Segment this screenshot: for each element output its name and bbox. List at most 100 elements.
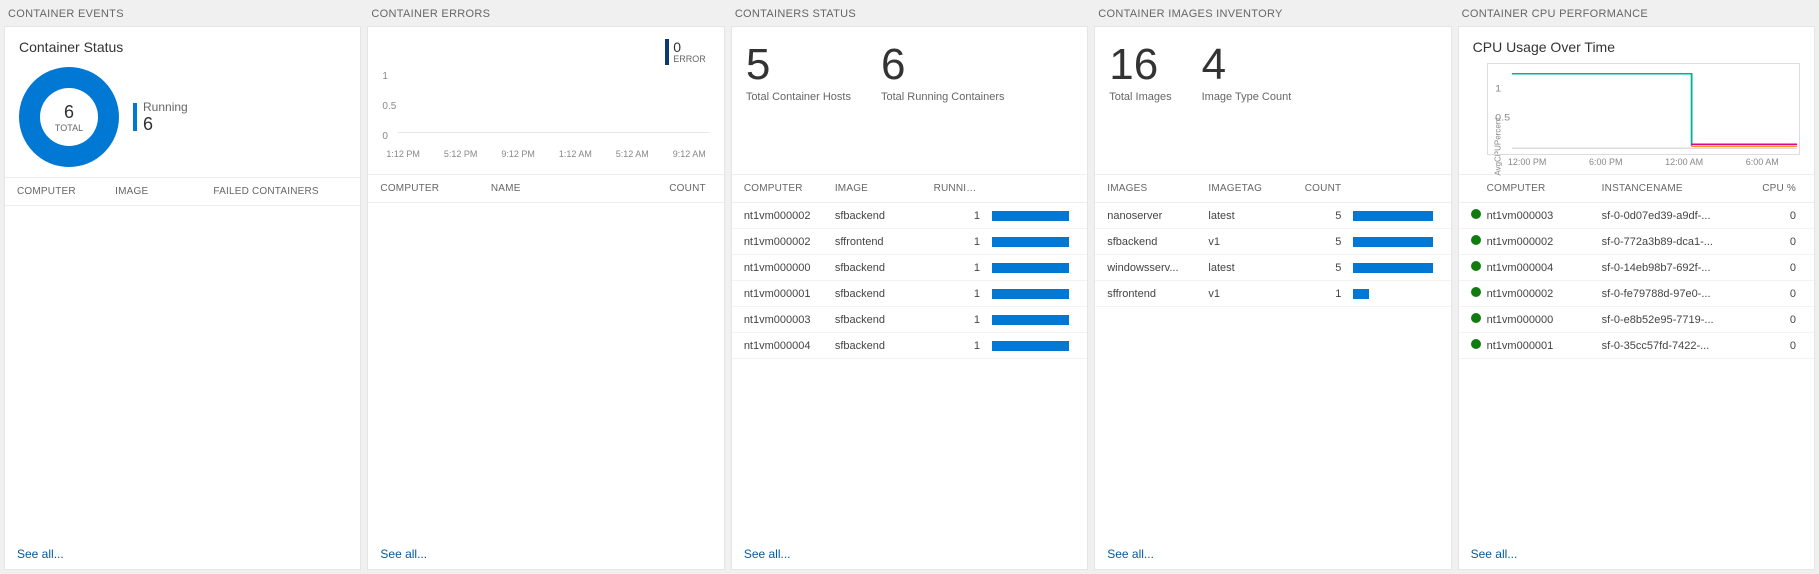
table-row[interactable]: nt1vm000001sfbackend1 <box>732 281 1087 307</box>
col-computer: COMPUTER <box>744 183 835 194</box>
col-cpu: CPU % <box>1746 183 1802 194</box>
x-tick: 5:12 AM <box>616 149 649 159</box>
panel-images-inventory: CONTAINER IMAGES INVENTORY 16 Total Imag… <box>1094 4 1451 570</box>
see-all-link[interactable]: See all... <box>732 539 1087 569</box>
table-rows-empty <box>368 203 723 539</box>
cell-bar <box>986 263 1075 273</box>
table-row[interactable]: nt1vm000002sffrontend1 <box>732 229 1087 255</box>
see-all-link[interactable]: See all... <box>1095 539 1450 569</box>
cell-status <box>1471 287 1487 300</box>
panel-container-errors: CONTAINER ERRORS 0 ERROR 1 0.5 0 <box>367 4 724 570</box>
table-row[interactable]: nt1vm000002sf-0-fe79788d-97e0-...0 <box>1459 281 1814 307</box>
cell-status <box>1471 261 1487 274</box>
table-row[interactable]: nt1vm000001sf-0-35cc57fd-7422-...0 <box>1459 333 1814 359</box>
status-ok-icon <box>1471 261 1481 271</box>
cell-count: 5 <box>1294 210 1348 222</box>
y-tick: 0.5 <box>1495 114 1511 124</box>
cell-computer: nt1vm000002 <box>1487 288 1602 300</box>
col-imagetag: IMAGETAG <box>1208 183 1293 194</box>
see-all-link[interactable]: See all... <box>368 539 723 569</box>
table-row[interactable]: windowsserv...latest5 <box>1095 255 1450 281</box>
cell-imagetag: latest <box>1208 262 1293 274</box>
metric-image-type-count: 4 Image Type Count <box>1202 43 1292 103</box>
cell-computer: nt1vm000002 <box>744 236 835 248</box>
table-row[interactable]: nt1vm000002sf-0-772a3b89-dca1-...0 <box>1459 229 1814 255</box>
table-row[interactable]: nt1vm000003sfbackend1 <box>732 307 1087 333</box>
col-image: IMAGE <box>835 183 934 194</box>
dashboard: CONTAINER EVENTS Container Status 6 TOTA… <box>0 0 1819 574</box>
error-chart: 0 ERROR 1 0.5 0 <box>382 39 709 149</box>
cell-computer: nt1vm000001 <box>1487 340 1602 352</box>
col-failed: FAILED CONTAINERS <box>213 186 348 197</box>
cell-running: 1 <box>934 262 986 274</box>
col-bar <box>1347 183 1438 194</box>
cell-count: 1 <box>1294 288 1348 300</box>
col-computer: COMPUTER <box>380 183 490 194</box>
cell-images: sfbackend <box>1107 236 1208 248</box>
x-tick: 6:00 AM <box>1746 157 1779 167</box>
table-row[interactable]: nt1vm000004sfbackend1 <box>732 333 1087 359</box>
table-row[interactable]: nt1vm000003sf-0-0d07ed39-a9df-...0 <box>1459 203 1814 229</box>
table-row[interactable]: nanoserverlatest5 <box>1095 203 1450 229</box>
metric-label: Total Running Containers <box>881 91 1005 103</box>
cell-instance: sf-0-0d07ed39-a9df-... <box>1602 210 1747 222</box>
panel-cpu-performance: CONTAINER CPU PERFORMANCE CPU Usage Over… <box>1458 4 1815 570</box>
see-all-link[interactable]: See all... <box>1459 539 1814 569</box>
metric-label: Total Images <box>1109 91 1171 103</box>
cell-computer: nt1vm000001 <box>744 288 835 300</box>
table-header: IMAGES IMAGETAG COUNT <box>1095 175 1450 203</box>
legend-value: 6 <box>143 114 188 135</box>
x-tick: 9:12 AM <box>673 149 706 159</box>
x-tick: 1:12 PM <box>386 149 420 159</box>
table-row[interactable]: nt1vm000004sf-0-14eb98b7-692f-...0 <box>1459 255 1814 281</box>
cell-computer: nt1vm000003 <box>1487 210 1602 222</box>
cell-running: 1 <box>934 314 986 326</box>
x-tick: 12:00 AM <box>1665 157 1703 167</box>
metric-label: Image Type Count <box>1202 91 1292 103</box>
y-tick: 1 <box>1495 84 1501 94</box>
cell-image: sfbackend <box>835 210 934 222</box>
panel-title: CONTAINER CPU PERFORMANCE <box>1458 4 1815 26</box>
col-images: IMAGES <box>1107 183 1208 194</box>
x-tick: 1:12 AM <box>559 149 592 159</box>
table-row[interactable]: sffrontendv11 <box>1095 281 1450 307</box>
table-rows: nt1vm000002sfbackend1nt1vm000002sffronte… <box>732 203 1087 539</box>
col-image: IMAGE <box>115 186 213 197</box>
metric-label: Total Container Hosts <box>746 91 851 103</box>
table-row[interactable]: nt1vm000000sf-0-e8b52e95-7719-...0 <box>1459 307 1814 333</box>
metric-total-hosts: 5 Total Container Hosts <box>746 43 851 103</box>
panel-title: CONTAINERS STATUS <box>731 4 1088 26</box>
error-badge-value: 0 <box>673 40 706 54</box>
cell-bar <box>1347 211 1438 221</box>
table-rows-empty <box>5 206 360 539</box>
see-all-link[interactable]: See all... <box>5 539 360 569</box>
cell-bar <box>986 237 1075 247</box>
cell-computer: nt1vm000004 <box>1487 262 1602 274</box>
table-rows: nanoserverlatest5sfbackendv15windowsserv… <box>1095 203 1450 539</box>
cell-running: 1 <box>934 210 986 222</box>
table-row[interactable]: sfbackendv15 <box>1095 229 1450 255</box>
cell-image: sfbackend <box>835 314 934 326</box>
cell-cpu: 0 <box>1746 236 1802 248</box>
y-tick: 1 <box>382 71 388 82</box>
cpu-line-chart: 1 0.5 <box>1487 63 1800 155</box>
cell-cpu: 0 <box>1746 210 1802 222</box>
metric-running-containers: 6 Total Running Containers <box>881 43 1005 103</box>
x-tick: 5:12 PM <box>444 149 478 159</box>
table-header: COMPUTER INSTANCENAME CPU % <box>1459 175 1814 203</box>
cell-bar <box>1347 237 1438 247</box>
legend-bar-icon <box>133 103 137 131</box>
table-row[interactable]: nt1vm000000sfbackend1 <box>732 255 1087 281</box>
donut-chart: 6 TOTAL <box>19 67 119 167</box>
cell-bar <box>986 315 1075 325</box>
status-ok-icon <box>1471 287 1481 297</box>
cell-computer: nt1vm000004 <box>744 340 835 352</box>
col-computer: COMPUTER <box>1487 183 1602 194</box>
table-row[interactable]: nt1vm000002sfbackend1 <box>732 203 1087 229</box>
cell-imagetag: latest <box>1208 210 1293 222</box>
metric-value: 5 <box>746 43 851 87</box>
legend-label: Running <box>143 100 188 114</box>
cell-cpu: 0 <box>1746 262 1802 274</box>
table-header: COMPUTER IMAGE RUNNING <box>732 175 1087 203</box>
cell-computer: nt1vm000002 <box>744 210 835 222</box>
